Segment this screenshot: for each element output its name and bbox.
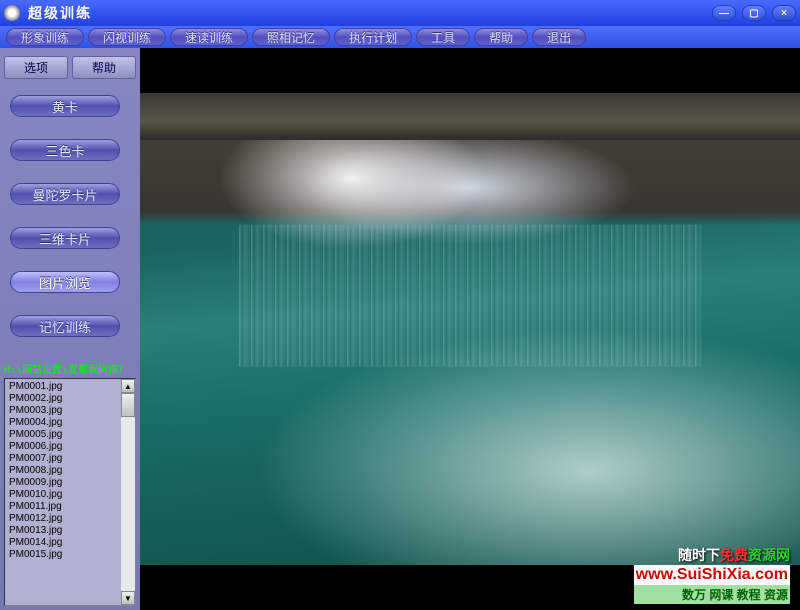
watermark-url: www.SuiShiXia.com bbox=[634, 565, 790, 585]
maximize-button[interactable]: ▢ bbox=[742, 5, 766, 21]
menu-flash-training[interactable]: 闪视训练 bbox=[88, 28, 166, 46]
options-button[interactable]: 选项 bbox=[4, 56, 68, 79]
list-item[interactable]: PM0002.jpg bbox=[7, 393, 119, 405]
sidebar-btn-yellow-card[interactable]: 黄卡 bbox=[10, 95, 120, 117]
list-item[interactable]: PM0015.jpg bbox=[7, 549, 119, 561]
menu-tools[interactable]: 工具 bbox=[416, 28, 470, 46]
scrollbar[interactable]: ▲ ▼ bbox=[121, 379, 135, 605]
menu-photo-memory[interactable]: 照相记忆 bbox=[252, 28, 330, 46]
menu-image-training[interactable]: 形象训练 bbox=[6, 28, 84, 46]
app-icon bbox=[4, 5, 20, 21]
minimize-button[interactable]: — bbox=[712, 5, 736, 21]
list-item[interactable]: PM0011.jpg bbox=[7, 501, 119, 513]
watermark-line1: 随时下免费资源网 bbox=[634, 545, 790, 565]
list-item[interactable]: PM0010.jpg bbox=[7, 489, 119, 501]
menu-bar: 形象训练 闪视训练 速读训练 照相记忆 执行计划 工具 帮助 退出 bbox=[0, 26, 800, 48]
list-item[interactable]: PM0014.jpg bbox=[7, 537, 119, 549]
list-item[interactable]: PM0005.jpg bbox=[7, 429, 119, 441]
path-label: H:\网站设置\发帮我网络？ bbox=[4, 361, 136, 376]
list-item[interactable]: PM0007.jpg bbox=[7, 453, 119, 465]
image-viewer: 随时下免费资源网 www.SuiShiXia.com 数万 网课 教程 资源 bbox=[140, 48, 800, 610]
title-bar: 超级训练 — ▢ × bbox=[0, 0, 800, 26]
sidebar-btn-mandala-card[interactable]: 曼陀罗卡片 bbox=[10, 183, 120, 205]
list-item[interactable]: PM0008.jpg bbox=[7, 465, 119, 477]
watermark-tagline: 数万 网课 教程 资源 bbox=[634, 585, 790, 604]
list-item[interactable]: PM0009.jpg bbox=[7, 477, 119, 489]
file-list-container: PM0001.jpg PM0002.jpg PM0003.jpg PM0004.… bbox=[4, 378, 136, 606]
menu-exit[interactable]: 退出 bbox=[532, 28, 586, 46]
content-area: 选项 帮助 黄卡 三色卡 曼陀罗卡片 三维卡片 图片浏览 记忆训练 H:\网站设… bbox=[0, 48, 800, 610]
menu-help[interactable]: 帮助 bbox=[474, 28, 528, 46]
scroll-thumb[interactable] bbox=[121, 393, 135, 417]
sidebar-btn-tricolor-card[interactable]: 三色卡 bbox=[10, 139, 120, 161]
scroll-down-icon[interactable]: ▼ bbox=[121, 591, 135, 605]
sidebar-btn-memory-training[interactable]: 记忆训练 bbox=[10, 315, 120, 337]
scroll-up-icon[interactable]: ▲ bbox=[121, 379, 135, 393]
image-content bbox=[239, 225, 701, 367]
list-item[interactable]: PM0003.jpg bbox=[7, 405, 119, 417]
displayed-image bbox=[140, 93, 800, 565]
list-item[interactable]: PM0013.jpg bbox=[7, 525, 119, 537]
list-item[interactable]: PM0004.jpg bbox=[7, 417, 119, 429]
menu-speed-reading[interactable]: 速读训练 bbox=[170, 28, 248, 46]
watermark: 随时下免费资源网 www.SuiShiXia.com 数万 网课 教程 资源 bbox=[634, 545, 790, 604]
scroll-track[interactable] bbox=[121, 393, 135, 591]
close-button[interactable]: × bbox=[772, 5, 796, 21]
menu-execute-plan[interactable]: 执行计划 bbox=[334, 28, 412, 46]
list-item[interactable]: PM0012.jpg bbox=[7, 513, 119, 525]
window-title: 超级训练 bbox=[28, 3, 712, 23]
file-list[interactable]: PM0001.jpg PM0002.jpg PM0003.jpg PM0004.… bbox=[5, 379, 121, 605]
sidebar-btn-image-browse[interactable]: 图片浏览 bbox=[10, 271, 120, 293]
sidebar: 选项 帮助 黄卡 三色卡 曼陀罗卡片 三维卡片 图片浏览 记忆训练 H:\网站设… bbox=[0, 48, 140, 610]
list-item[interactable]: PM0001.jpg bbox=[7, 381, 119, 393]
window-controls: — ▢ × bbox=[712, 5, 796, 21]
help-button[interactable]: 帮助 bbox=[72, 56, 136, 79]
sidebar-btn-3d-card[interactable]: 三维卡片 bbox=[10, 227, 120, 249]
sidebar-top-row: 选项 帮助 bbox=[4, 56, 136, 79]
list-item[interactable]: PM0006.jpg bbox=[7, 441, 119, 453]
